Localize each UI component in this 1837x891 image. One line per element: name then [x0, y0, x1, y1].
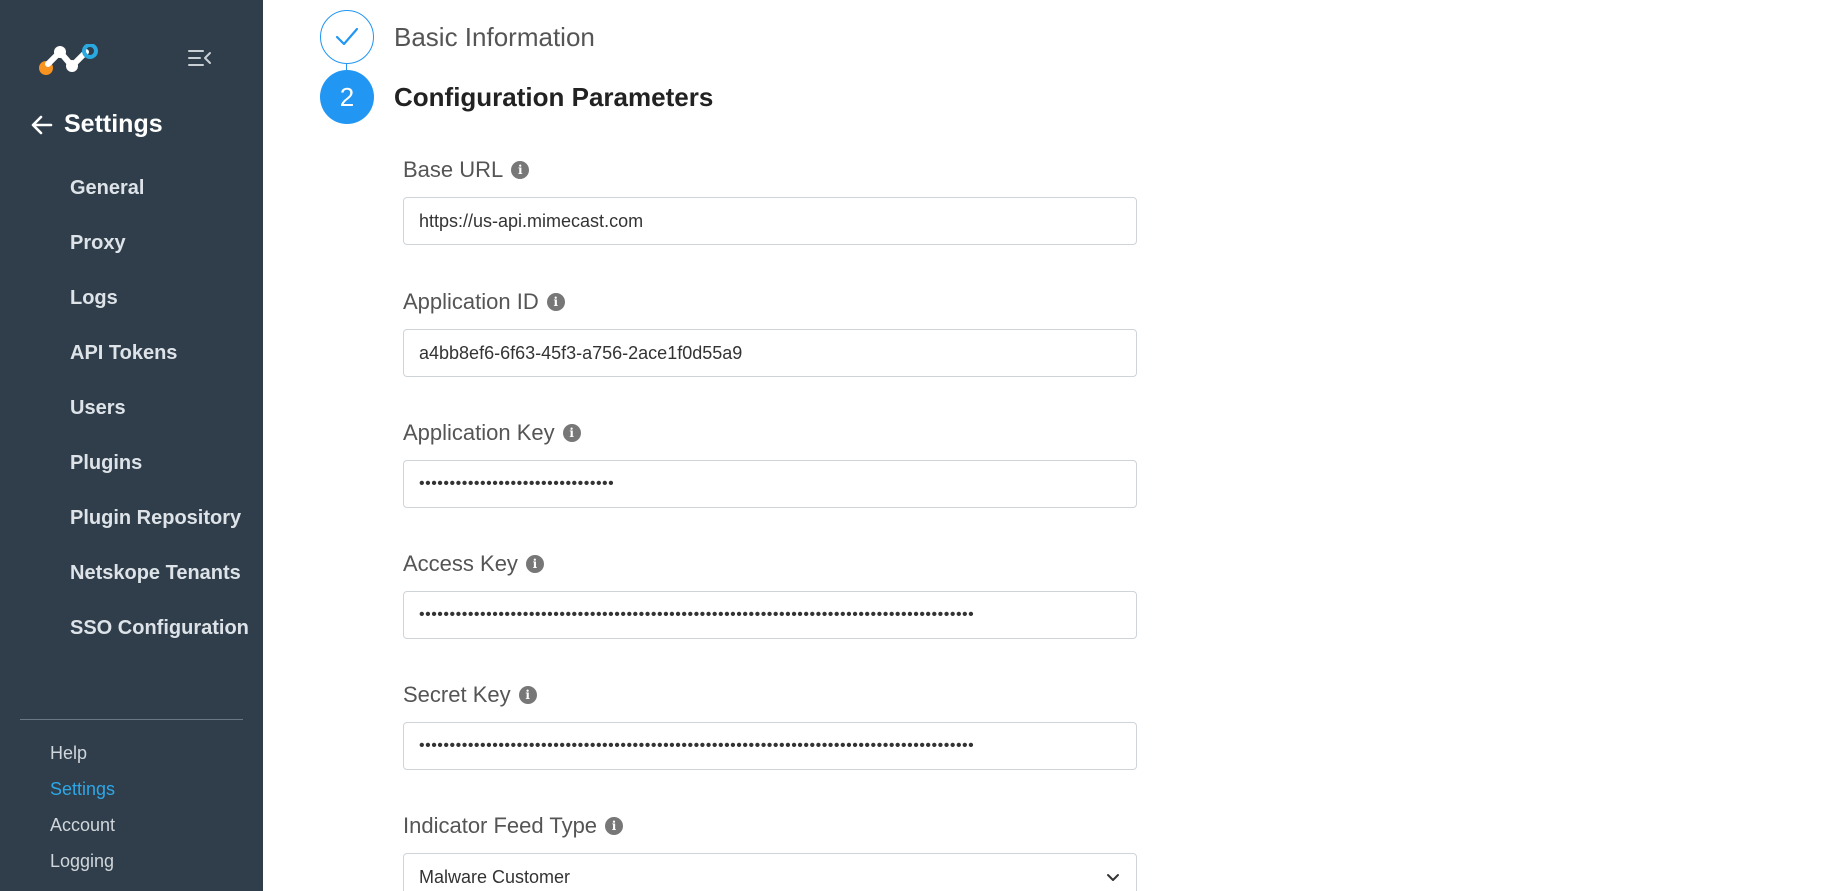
sidebar-divider — [20, 719, 243, 720]
indicator-feed-type-select[interactable]: Malware Customer — [403, 853, 1137, 891]
info-icon[interactable]: i — [518, 686, 537, 704]
application-id-input[interactable]: a4bb8ef6-6f63-45f3-a756-2ace1f0d55a9 — [403, 329, 1137, 377]
access-key-label: Access Key — [403, 551, 518, 576]
application-key-masked-value: •••••••••••••••••••••••••••••••• — [419, 475, 615, 492]
settings-nav: General Proxy Logs API Tokens Users Plug… — [70, 173, 249, 668]
base-url-value: https://us-api.mimecast.com — [419, 210, 644, 231]
footer-nav: Help Settings Account Logging — [50, 741, 115, 885]
sidebar-item-netskope-tenants[interactable]: Netskope Tenants — [70, 558, 249, 613]
info-icon[interactable]: i — [562, 424, 581, 442]
secret-key-label: Secret Key — [403, 682, 511, 707]
field-application-key: Application Key i ••••••••••••••••••••••… — [403, 418, 1137, 508]
collapse-menu-icon[interactable] — [188, 48, 212, 68]
step-complete-indicator — [320, 10, 374, 64]
sidebar-item-general[interactable]: General — [70, 173, 249, 228]
checkmark-icon — [335, 27, 359, 46]
field-indicator-feed-type: Indicator Feed Type i Malware Customer — [403, 811, 1137, 891]
arrow-left-icon — [31, 115, 53, 134]
field-application-id: Application ID i a4bb8ef6-6f63-45f3-a756… — [403, 287, 1137, 377]
sidebar-item-proxy[interactable]: Proxy — [70, 228, 249, 283]
base-url-label: Base URL — [403, 157, 504, 182]
field-secret-key: Secret Key i •••••••••••••••••••••••••••… — [403, 680, 1137, 770]
settings-title: Settings — [64, 110, 163, 138]
application-key-input[interactable]: •••••••••••••••••••••••••••••••• — [403, 460, 1137, 508]
field-base-url: Base URL i https://us-api.mimecast.com — [403, 155, 1137, 245]
main-content: Basic Information 2 Configuration Parame… — [263, 0, 1837, 891]
step-number-badge: 2 — [320, 70, 374, 124]
access-key-masked-value: ••••••••••••••••••••••••••••••••••••••••… — [419, 606, 975, 623]
sidebar-item-api-tokens[interactable]: API Tokens — [70, 338, 249, 393]
info-icon[interactable]: i — [511, 161, 530, 179]
info-icon[interactable]: i — [525, 555, 544, 573]
indicator-feed-type-selected: Malware Customer — [419, 866, 571, 887]
base-url-input[interactable]: https://us-api.mimecast.com — [403, 197, 1137, 245]
step-configuration-parameters[interactable]: 2 Configuration Parameters — [320, 70, 713, 124]
sidebar-item-plugins[interactable]: Plugins — [70, 448, 249, 503]
indicator-feed-type-label: Indicator Feed Type — [403, 813, 598, 838]
secret-key-masked-value: ••••••••••••••••••••••••••••••••••••••••… — [419, 737, 975, 754]
field-access-key: Access Key i •••••••••••••••••••••••••••… — [403, 549, 1137, 639]
secret-key-input[interactable]: ••••••••••••••••••••••••••••••••••••••••… — [403, 722, 1137, 770]
footer-link-account[interactable]: Account — [50, 813, 115, 849]
step-label: Basic Information — [394, 21, 595, 52]
footer-link-settings[interactable]: Settings — [50, 777, 115, 813]
application-key-label: Application Key — [403, 420, 555, 445]
sidebar-item-users[interactable]: Users — [70, 393, 249, 448]
info-icon[interactable]: i — [546, 293, 565, 311]
footer-link-help[interactable]: Help — [50, 741, 115, 777]
application-id-label: Application ID — [403, 289, 539, 314]
sidebar-item-plugin-repository[interactable]: Plugin Repository — [70, 503, 249, 558]
sidebar-item-sso-configuration[interactable]: SSO Configuration — [70, 613, 249, 668]
step-label: Configuration Parameters — [394, 81, 714, 112]
chevron-down-icon — [1107, 874, 1119, 881]
settings-back-link[interactable]: Settings — [30, 110, 163, 139]
footer-link-logging[interactable]: Logging — [50, 849, 115, 885]
step-basic-information[interactable]: Basic Information — [320, 10, 595, 64]
access-key-input[interactable]: ••••••••••••••••••••••••••••••••••••••••… — [403, 591, 1137, 639]
netskope-logo[interactable] — [38, 44, 102, 76]
info-icon[interactable]: i — [605, 817, 624, 835]
sidebar-item-logs[interactable]: Logs — [70, 283, 249, 338]
application-id-value: a4bb8ef6-6f63-45f3-a756-2ace1f0d55a9 — [419, 342, 743, 363]
sidebar: Settings General Proxy Logs API Tokens U… — [0, 0, 263, 891]
